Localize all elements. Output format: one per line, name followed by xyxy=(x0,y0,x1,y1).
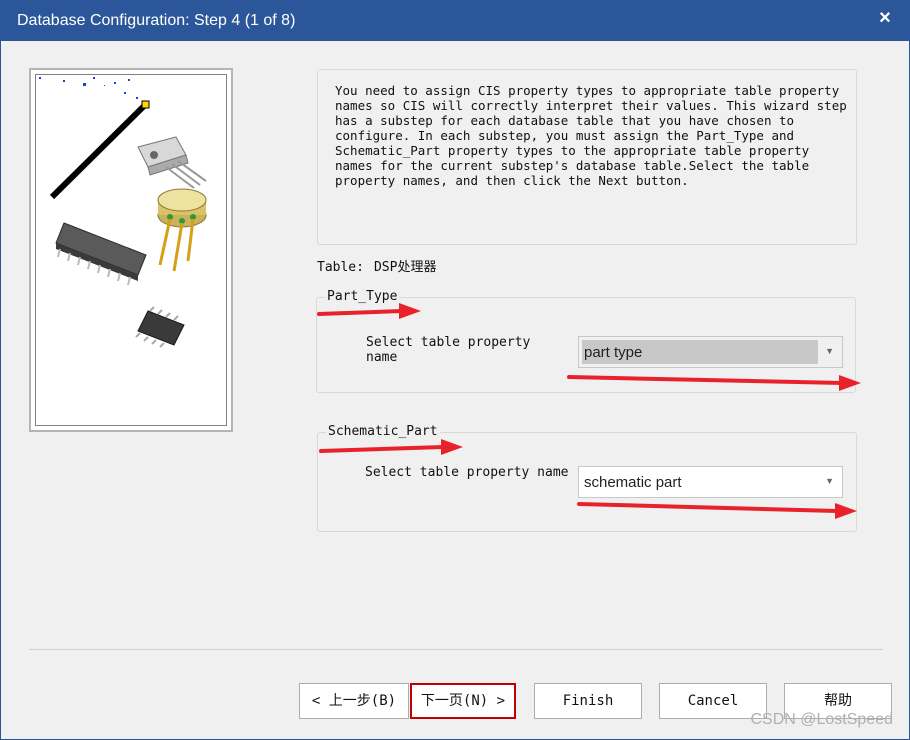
schematic-part-select-label: Select table property name xyxy=(365,465,569,480)
next-button[interactable]: 下一页(N) > xyxy=(410,683,516,719)
watermark: CSDN @LostSpeed xyxy=(750,711,893,728)
table-label: Table: xyxy=(317,260,364,275)
part-type-group: Part_Type Select table property name par… xyxy=(316,289,856,393)
window-title: Database Configuration: Step 4 (1 of 8) xyxy=(17,12,296,29)
table-info: Table: DSP处理器 xyxy=(317,256,436,275)
chevron-down-icon: ▼ xyxy=(825,476,834,486)
instructions-panel: You need to assign CIS property types to… xyxy=(317,69,857,245)
schematic-part-dropdown[interactable]: schematic part ▼ xyxy=(578,466,843,498)
instructions-text: You need to assign CIS property types to… xyxy=(335,83,847,188)
schematic-part-legend: Schematic_Part xyxy=(326,424,440,439)
database-configuration-dialog: Database Configuration: Step 4 (1 of 8) … xyxy=(0,0,910,740)
finish-button[interactable]: Finish xyxy=(534,683,642,719)
part-type-select-label: Select table property name xyxy=(366,335,531,365)
close-icon[interactable]: × xyxy=(875,7,895,31)
part-type-dropdown[interactable]: part type ▼ xyxy=(578,336,843,368)
wizard-illustration xyxy=(29,68,233,432)
table-name: DSP处理器 xyxy=(373,260,437,275)
schematic-part-group: Schematic_Part Select table property nam… xyxy=(317,424,857,532)
footer-divider xyxy=(29,649,883,650)
part-type-legend: Part_Type xyxy=(325,289,400,304)
part-type-dropdown-value: part type xyxy=(584,344,643,361)
title-bar: Database Configuration: Step 4 (1 of 8) … xyxy=(1,1,909,41)
chevron-down-icon: ▼ xyxy=(825,346,834,356)
back-button[interactable]: < 上一步(B) xyxy=(299,683,409,719)
schematic-part-dropdown-value: schematic part xyxy=(584,474,682,491)
electronic-components-image xyxy=(39,77,207,348)
